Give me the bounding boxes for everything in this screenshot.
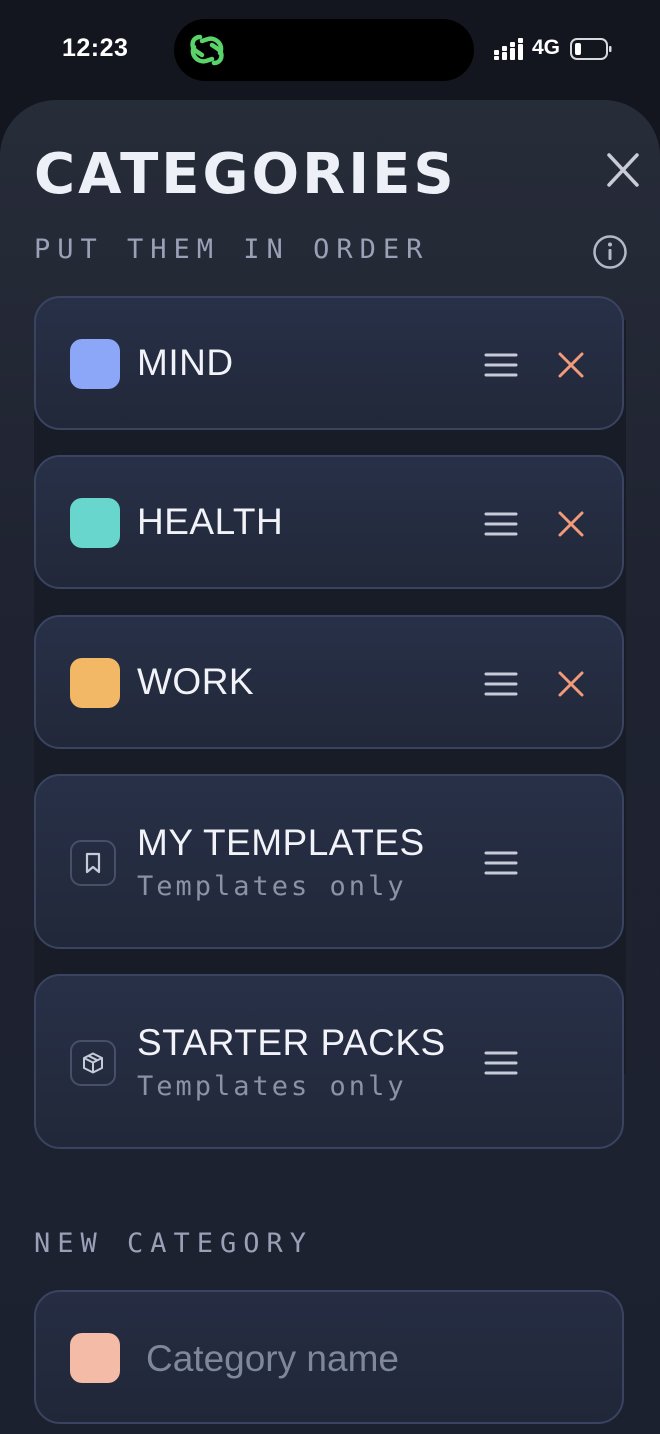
category-row-health[interactable]: HEALTH — [34, 455, 624, 589]
new-category-field[interactable] — [34, 1290, 624, 1424]
category-row-starter-packs[interactable]: STARTER PACKS Templates only — [34, 974, 624, 1149]
drag-handle-icon[interactable] — [484, 352, 518, 378]
new-category-color-swatch[interactable] — [70, 1333, 120, 1383]
remove-icon[interactable] — [557, 510, 585, 538]
drag-handle-icon[interactable] — [484, 511, 518, 537]
drag-handle-icon[interactable] — [484, 850, 518, 876]
color-swatch[interactable] — [70, 658, 120, 708]
network-type: 4G — [532, 36, 561, 59]
category-sublabel: Templates only — [137, 1071, 407, 1102]
category-label: MY TEMPLATES — [137, 822, 425, 863]
category-label: STARTER PACKS — [137, 1022, 446, 1063]
box-icon-tile — [70, 1040, 116, 1086]
category-row-mind[interactable]: MIND — [34, 296, 624, 430]
categories-sheet: CATEGORIES PUT THEM IN ORDER MIND HEALTH — [0, 100, 660, 1434]
color-swatch[interactable] — [70, 339, 120, 389]
category-label: WORK — [137, 661, 255, 702]
close-icon[interactable] — [598, 150, 648, 190]
remove-icon[interactable] — [557, 351, 585, 379]
category-label: MIND — [137, 342, 234, 383]
battery-icon — [570, 38, 612, 60]
category-row-my-templates[interactable]: MY TEMPLATES Templates only — [34, 774, 624, 949]
category-sublabel: Templates only — [137, 871, 407, 902]
page-title: CATEGORIES — [34, 142, 457, 207]
signal-icon — [494, 38, 523, 60]
drag-handle-icon[interactable] — [484, 1050, 518, 1076]
box-icon — [83, 1052, 103, 1074]
link-app-icon — [190, 34, 224, 66]
category-name-input[interactable] — [144, 1328, 588, 1390]
remove-icon[interactable] — [557, 670, 585, 698]
order-section-label: PUT THEM IN ORDER — [34, 234, 430, 265]
category-label: HEALTH — [137, 501, 284, 542]
new-category-label: NEW CATEGORY — [34, 1228, 314, 1259]
status-time: 12:23 — [62, 34, 129, 62]
status-bar: 12:23 4G — [0, 0, 660, 100]
drag-handle-icon[interactable] — [484, 671, 518, 697]
info-icon[interactable] — [592, 234, 628, 270]
category-row-work[interactable]: WORK — [34, 615, 624, 749]
bookmark-icon-tile — [70, 840, 116, 886]
bookmark-icon — [85, 852, 101, 874]
color-swatch[interactable] — [70, 498, 120, 548]
